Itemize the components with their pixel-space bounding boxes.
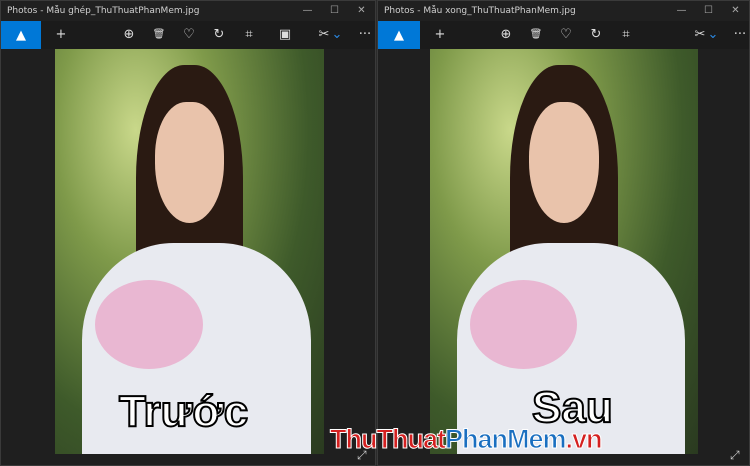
caption-before: Trước — [118, 386, 249, 437]
minimize-button[interactable]: — — [668, 1, 695, 21]
window-title: Photos - Mẫu xong_ThuThuatPhanMem.jpg — [384, 6, 576, 16]
expand-icon[interactable]: ⤢ — [730, 448, 740, 463]
focus-icon[interactable]: ▣ — [275, 21, 295, 49]
more-icon[interactable]: ··· — [355, 21, 375, 49]
rotate-icon[interactable]: ↻ — [586, 21, 606, 49]
crop-icon[interactable]: ⌗ — [239, 21, 259, 49]
title-bar: Photos - Mẫu xong_ThuThuatPhanMem.jpg — ☐… — [378, 1, 749, 21]
collection-icon[interactable]: ▲ — [1, 21, 41, 49]
toolbar: ▲ + ⊕ 🗑 ♡ ↻ ⌗ ▣ ✂ ⌄ ··· — [1, 21, 375, 49]
photos-window-after: Photos - Mẫu xong_ThuThuatPhanMem.jpg — ☐… — [377, 0, 750, 466]
collection-icon[interactable]: ▲ — [378, 21, 420, 49]
favorite-icon[interactable]: ♡ — [556, 21, 576, 49]
zoom-icon[interactable]: ⊕ — [496, 21, 516, 49]
delete-icon[interactable]: 🗑 — [149, 21, 169, 49]
maximize-button[interactable]: ☐ — [321, 1, 348, 21]
toolbar: ▲ + ⊕ 🗑 ♡ ↻ ⌗ ✂ ⌄ ··· — [378, 21, 749, 49]
rotate-icon[interactable]: ↻ — [209, 21, 229, 49]
maximize-button[interactable]: ☐ — [695, 1, 722, 21]
close-button[interactable]: ✕ — [348, 1, 375, 21]
delete-icon[interactable]: 🗑 — [526, 21, 546, 49]
title-bar: Photos - Mẫu ghép_ThuThuatPhanMem.jpg — ☐… — [1, 1, 375, 21]
chevron-down-icon[interactable]: ⌄ — [703, 21, 723, 49]
more-icon[interactable]: ··· — [730, 21, 750, 49]
chevron-down-icon[interactable]: ⌄ — [327, 21, 347, 49]
photos-window-before: Photos - Mẫu ghép_ThuThuatPhanMem.jpg — ☐… — [0, 0, 376, 466]
add-icon[interactable]: + — [51, 21, 71, 49]
crop-icon[interactable]: ⌗ — [616, 21, 636, 49]
watermark-logo: ThuThuatPhanMem.vn — [330, 424, 604, 455]
window-title: Photos - Mẫu ghép_ThuThuatPhanMem.jpg — [7, 6, 200, 16]
favorite-icon[interactable]: ♡ — [179, 21, 199, 49]
zoom-icon[interactable]: ⊕ — [119, 21, 139, 49]
minimize-button[interactable]: — — [294, 1, 321, 21]
add-icon[interactable]: + — [430, 21, 450, 49]
close-button[interactable]: ✕ — [722, 1, 749, 21]
